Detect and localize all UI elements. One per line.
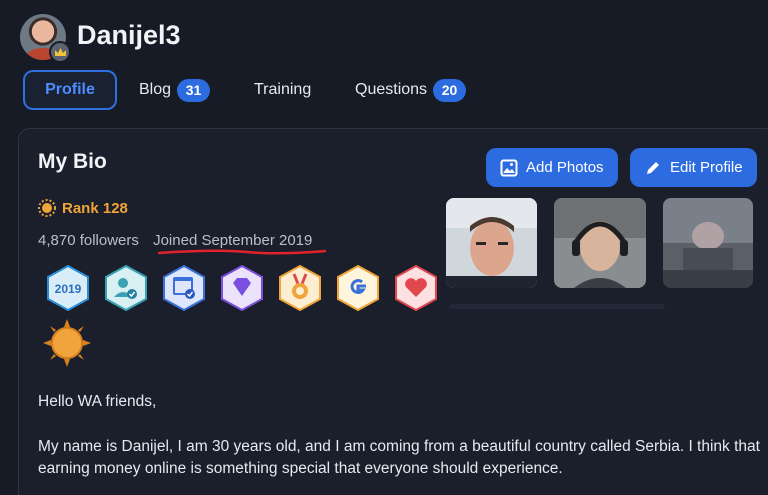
diamond-badge[interactable] xyxy=(219,264,265,312)
edit-profile-button[interactable]: Edit Profile xyxy=(630,148,757,187)
sun-rank-icon xyxy=(38,199,56,217)
tab-training-label: Training xyxy=(254,81,312,98)
tab-training[interactable]: Training xyxy=(254,70,311,110)
bio-paragraph-line-1: My name is Danijel, I am 30 years old, a… xyxy=(38,438,760,455)
edit-profile-label: Edit Profile xyxy=(670,159,743,176)
sun-rank-badge[interactable] xyxy=(42,318,92,368)
tab-questions-label: Questions xyxy=(355,81,428,98)
google-badge[interactable] xyxy=(335,264,381,312)
tab-profile[interactable]: Profile xyxy=(23,70,117,110)
red-annotation-underline xyxy=(157,249,327,255)
crown-icon xyxy=(49,41,71,63)
verified-website-badge[interactable] xyxy=(161,264,207,312)
bio-greeting: Hello WA friends, xyxy=(38,393,157,410)
tab-blog[interactable]: Blog 31 xyxy=(139,70,211,110)
tab-profile-label: Profile xyxy=(45,81,95,98)
photo-scrollbar[interactable] xyxy=(449,304,665,309)
rank-label: Rank 128 xyxy=(62,199,128,217)
verified-user-badge[interactable] xyxy=(103,264,149,312)
tab-blog-label: Blog xyxy=(139,81,172,98)
pencil-icon xyxy=(647,161,659,174)
joined-date: Joined September 2019 xyxy=(153,232,313,249)
followers-line: 4,870 followers Joined September 2019 xyxy=(38,232,312,249)
tab-questions[interactable]: Questions 20 xyxy=(355,70,467,110)
profile-photo-selfie[interactable] xyxy=(446,198,537,288)
followers-count[interactable]: 4,870 followers xyxy=(38,232,139,249)
rank-indicator: Rank 128 xyxy=(38,199,128,217)
username: Danijel3 xyxy=(77,20,181,50)
image-icon xyxy=(500,159,518,176)
questions-count-badge: 20 xyxy=(433,78,467,102)
profile-photo-dark-room[interactable] xyxy=(663,198,753,288)
year-2019-badge[interactable]: 2019 xyxy=(45,264,91,312)
blog-count-badge: 31 xyxy=(177,78,211,102)
heart-badge[interactable] xyxy=(393,264,439,312)
medal-badge[interactable] xyxy=(277,264,323,312)
add-photos-button[interactable]: Add Photos xyxy=(486,148,618,187)
year-badge-text: 2019 xyxy=(55,282,82,296)
add-photos-label: Add Photos xyxy=(526,159,604,176)
bio-paragraph-line-2: earning money online is something specia… xyxy=(38,460,563,477)
profile-photo-headphones[interactable] xyxy=(554,198,646,288)
bio-title: My Bio xyxy=(38,150,107,173)
